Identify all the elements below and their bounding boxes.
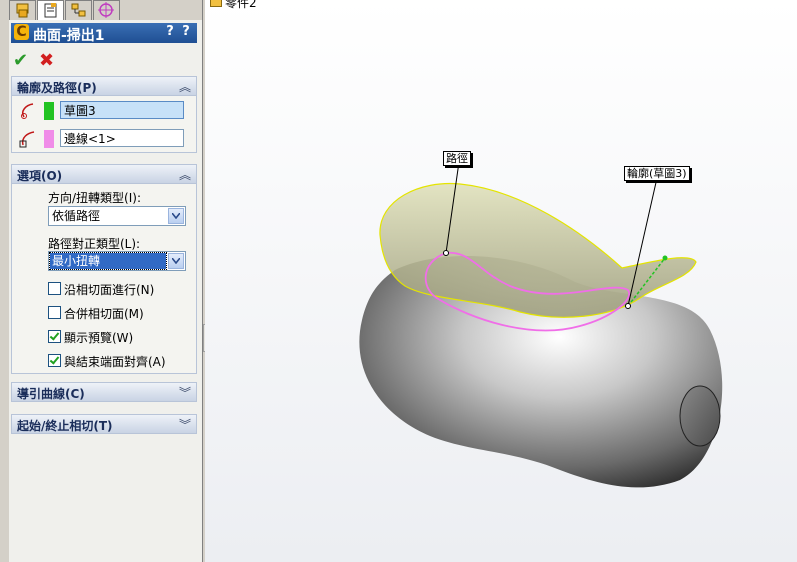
checkbox-box[interactable] <box>48 330 61 343</box>
group-title: 選項(O) <box>17 169 63 183</box>
orientation-label: 方向/扭轉類型(I): <box>48 191 141 205</box>
expand-chevron-icon[interactable]: ︾ <box>179 384 191 401</box>
tab-dimxpert-manager[interactable] <box>93 0 120 20</box>
checkbox-box[interactable] <box>48 282 61 295</box>
options-group: 選項(O) ︽ 方向/扭轉類型(I): 依循路徑 路徑對正類型(L): 最小扭轉… <box>11 164 197 374</box>
property-manager-pane: C 曲面-掃出1 ? ? ✔ ✖ 輪廓及路徑(P) ︽ 草圖3 邊線<1> 選項… <box>0 0 203 562</box>
feature-title: 曲面-掃出1 <box>33 28 105 44</box>
tree-root-item[interactable]: 零件2 <box>210 0 257 11</box>
profile-icon <box>21 103 34 119</box>
dropdown-arrow-icon[interactable] <box>168 253 184 269</box>
cancel-x-icon[interactable]: ✖ <box>39 50 54 71</box>
tab-property-manager[interactable] <box>37 0 64 20</box>
model-view[interactable] <box>205 0 797 562</box>
path-align-label: 路徑對正類型(L): <box>48 237 141 251</box>
tab-configuration-manager[interactable] <box>65 0 92 20</box>
profile-callout[interactable]: 輪廓(草圖3) <box>624 166 690 181</box>
profile-selection-box[interactable]: 草圖3 <box>60 101 184 119</box>
ok-check-icon[interactable]: ✔ <box>13 50 28 71</box>
orientation-dropdown[interactable]: 依循路徑 <box>48 206 186 226</box>
start-end-tangency-group-header[interactable]: 起始/終止相切(T) ︾ <box>12 415 196 434</box>
checkbox-box[interactable] <box>48 354 61 367</box>
path-selection-row: 邊線<1> <box>16 127 194 151</box>
tree-root-label: 零件2 <box>225 0 257 10</box>
guide-curves-group-header[interactable]: 導引曲線(C) ︾ <box>12 383 196 402</box>
manager-tab-bar <box>9 0 203 20</box>
pane-edge <box>0 0 9 562</box>
help-icon[interactable]: ? <box>179 24 193 40</box>
feature-title-bar: C 曲面-掃出1 ? ? <box>11 23 197 44</box>
path-icon <box>19 131 35 148</box>
whats-wrong-icon[interactable]: ? <box>163 24 177 40</box>
options-group-header[interactable]: 選項(O) ︽ <box>12 165 196 184</box>
collapse-chevron-icon[interactable]: ︽ <box>179 166 191 183</box>
profile-path-group: 輪廓及路徑(P) ︽ 草圖3 邊線<1> <box>11 76 197 153</box>
group-title: 輪廓及路徑(P) <box>17 81 97 95</box>
group-title: 導引曲線(C) <box>17 387 85 401</box>
path-callout[interactable]: 路徑 <box>443 151 471 166</box>
property-manager-icon <box>44 3 57 18</box>
group-title: 起始/終止相切(T) <box>17 419 113 433</box>
sweep-surface-icon: C <box>14 24 29 40</box>
dropdown-arrow-icon[interactable] <box>168 208 184 224</box>
part-icon <box>210 0 222 7</box>
checkbox-box[interactable] <box>48 306 61 319</box>
guide-curves-group[interactable]: 導引曲線(C) ︾ <box>11 382 197 402</box>
profile-color-swatch <box>44 102 54 120</box>
start-end-tangency-group[interactable]: 起始/終止相切(T) ︾ <box>11 414 197 434</box>
graphics-viewport[interactable]: 路徑 輪廓(草圖3) <box>205 0 797 562</box>
collapse-chevron-icon[interactable]: ︽ <box>179 78 191 95</box>
sweep-property-panel: C 曲面-掃出1 ? ? ✔ ✖ 輪廓及路徑(P) ︽ 草圖3 邊線<1> 選項… <box>9 20 202 562</box>
profile-path-group-header[interactable]: 輪廓及路徑(P) ︽ <box>12 77 196 96</box>
tab-feature-manager[interactable] <box>9 0 36 20</box>
orientation-value: 依循路徑 <box>52 209 101 223</box>
path-selection-box[interactable]: 邊線<1> <box>60 129 184 147</box>
path-align-value: 最小扭轉 <box>49 252 167 270</box>
feature-tree-icon <box>16 3 29 18</box>
configuration-icon <box>71 3 86 17</box>
profile-selection-row: 草圖3 <box>16 99 194 123</box>
end-face[interactable] <box>679 385 721 447</box>
crosshair-icon <box>98 2 114 18</box>
path-color-swatch <box>44 130 54 148</box>
expand-chevron-icon[interactable]: ︾ <box>179 416 191 433</box>
path-align-dropdown[interactable]: 最小扭轉 <box>48 251 186 271</box>
